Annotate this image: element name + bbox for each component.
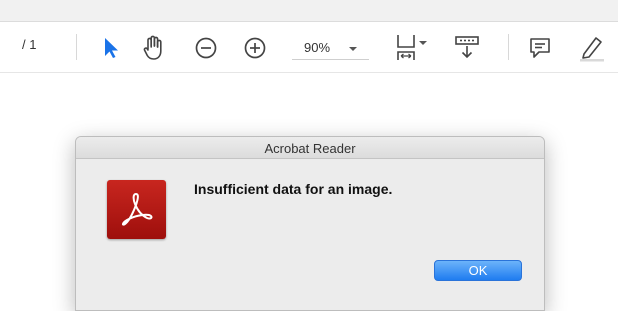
zoom-dropdown[interactable]: 90% [292, 34, 369, 60]
acrobat-reader-icon [107, 180, 166, 239]
zoom-out-icon[interactable] [194, 36, 218, 60]
toolbar-divider [76, 34, 77, 60]
toolbar-divider [508, 34, 509, 60]
chevron-down-icon [348, 41, 358, 59]
toolbar: / 1 90% [0, 23, 618, 73]
window-top-strip [0, 0, 618, 22]
alert-dialog: Acrobat Reader Insufficient data for an … [75, 136, 545, 311]
zoom-in-icon[interactable] [243, 36, 267, 60]
page-count: / 1 [22, 37, 37, 52]
dialog-message: Insufficient data for an image. [194, 181, 393, 197]
zoom-value: 90% [304, 40, 331, 55]
select-arrow-icon[interactable] [101, 36, 121, 60]
fit-page-icon[interactable] [394, 33, 430, 63]
dialog-titlebar[interactable]: Acrobat Reader [76, 137, 544, 159]
highlight-pen-icon[interactable] [578, 34, 606, 62]
scroll-mode-icon[interactable] [454, 35, 480, 61]
ok-button[interactable]: OK [434, 260, 522, 281]
dialog-title: Acrobat Reader [264, 141, 356, 156]
comment-icon[interactable] [528, 36, 552, 60]
hand-tool-icon[interactable] [141, 34, 167, 62]
